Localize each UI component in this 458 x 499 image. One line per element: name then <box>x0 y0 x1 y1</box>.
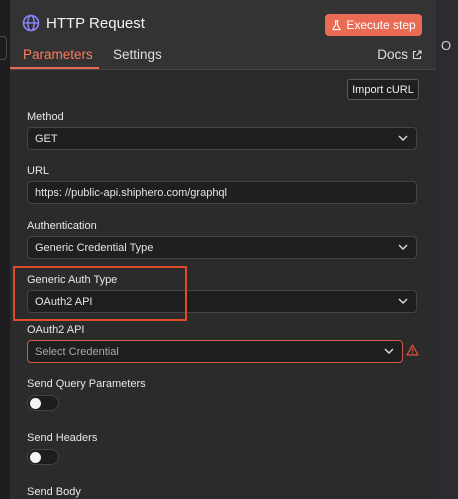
docs-label: Docs <box>377 47 408 62</box>
send-query-label: Send Query Parameters <box>27 378 146 390</box>
annotation-highlight-box <box>13 266 187 321</box>
url-label: URL <box>27 165 50 177</box>
node-settings-panel: HTTP Request Execute step Parameters Set… <box>10 0 436 499</box>
method-value: GET <box>35 132 58 145</box>
toggle-knob <box>30 452 41 463</box>
header-divider <box>10 69 436 70</box>
panel-header: HTTP Request Execute step Parameters Set… <box>10 0 436 70</box>
chevron-down-icon <box>398 135 408 141</box>
toggle-knob <box>30 398 41 409</box>
import-curl-button[interactable]: Import cURL <box>347 79 419 100</box>
flask-icon <box>332 19 342 30</box>
method-select[interactable]: GET <box>27 127 417 150</box>
chevron-down-icon <box>384 348 394 354</box>
authentication-value: Generic Credential Type <box>35 241 154 254</box>
oauth2-api-label: OAuth2 API <box>27 324 85 336</box>
warning-icon <box>406 344 419 356</box>
method-label: Method <box>27 111 64 123</box>
globe-icon <box>22 14 40 32</box>
execute-step-label: Execute step <box>346 18 416 32</box>
canvas-partial-text: O <box>441 38 452 53</box>
tab-parameters[interactable]: Parameters <box>23 47 93 62</box>
chevron-down-icon <box>398 244 408 250</box>
url-input[interactable]: https: //public-api.shiphero.com/graphql <box>27 181 417 204</box>
tab-docs[interactable]: Docs <box>377 47 422 62</box>
authentication-select[interactable]: Generic Credential Type <box>27 236 417 259</box>
send-body-label: Send Body <box>27 486 81 498</box>
url-value: https: //public-api.shiphero.com/graphql <box>35 186 227 199</box>
node-title: HTTP Request <box>46 15 145 32</box>
oauth2-placeholder: Select Credential <box>35 345 119 358</box>
background-canvas-right: O <box>436 0 458 499</box>
execute-step-button[interactable]: Execute step <box>325 14 422 36</box>
chevron-down-icon <box>398 298 408 304</box>
send-headers-toggle[interactable] <box>27 449 59 465</box>
authentication-label: Authentication <box>27 220 97 232</box>
oauth2-credential-select[interactable]: Select Credential <box>27 340 403 363</box>
tab-settings[interactable]: Settings <box>113 47 162 62</box>
external-link-icon <box>412 49 422 59</box>
send-headers-label: Send Headers <box>27 432 98 444</box>
canvas-handle <box>0 36 7 60</box>
send-query-toggle[interactable] <box>27 395 59 411</box>
